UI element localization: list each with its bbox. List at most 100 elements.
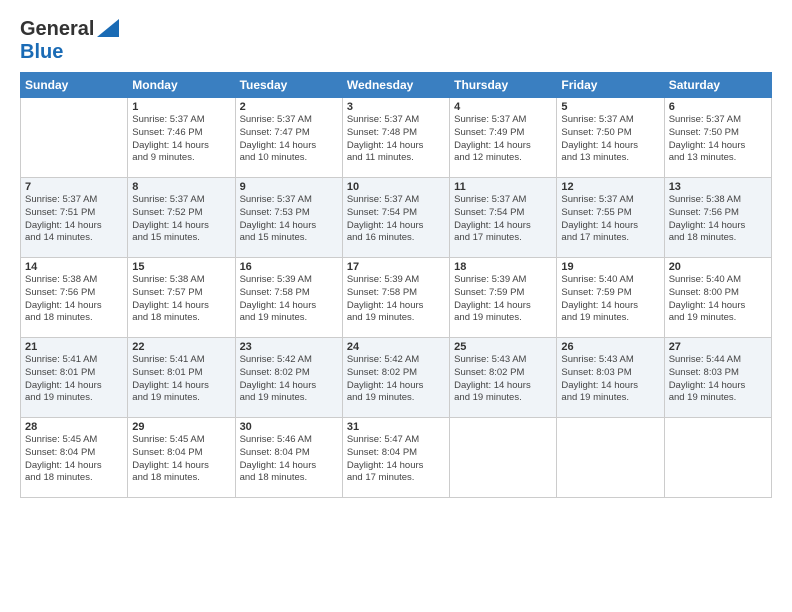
calendar-week-row: 1Sunrise: 5:37 AM Sunset: 7:46 PM Daylig… bbox=[21, 98, 772, 178]
calendar-day-cell: 27Sunrise: 5:44 AM Sunset: 8:03 PM Dayli… bbox=[664, 338, 771, 418]
calendar-day-cell: 11Sunrise: 5:37 AM Sunset: 7:54 PM Dayli… bbox=[450, 178, 557, 258]
calendar-table: SundayMondayTuesdayWednesdayThursdayFrid… bbox=[20, 72, 772, 498]
calendar-day-cell: 22Sunrise: 5:41 AM Sunset: 8:01 PM Dayli… bbox=[128, 338, 235, 418]
calendar-header-row: SundayMondayTuesdayWednesdayThursdayFrid… bbox=[21, 73, 772, 98]
calendar-day-cell: 18Sunrise: 5:39 AM Sunset: 7:59 PM Dayli… bbox=[450, 258, 557, 338]
day-number: 21 bbox=[25, 341, 123, 353]
calendar-day-cell: 30Sunrise: 5:46 AM Sunset: 8:04 PM Dayli… bbox=[235, 418, 342, 498]
calendar-day-cell: 3Sunrise: 5:37 AM Sunset: 7:48 PM Daylig… bbox=[342, 98, 449, 178]
calendar-day-cell: 19Sunrise: 5:40 AM Sunset: 7:59 PM Dayli… bbox=[557, 258, 664, 338]
calendar-week-row: 21Sunrise: 5:41 AM Sunset: 8:01 PM Dayli… bbox=[21, 338, 772, 418]
day-info: Sunrise: 5:47 AM Sunset: 8:04 PM Dayligh… bbox=[347, 434, 445, 485]
day-info: Sunrise: 5:37 AM Sunset: 7:54 PM Dayligh… bbox=[347, 194, 445, 245]
day-info: Sunrise: 5:37 AM Sunset: 7:46 PM Dayligh… bbox=[132, 114, 230, 165]
day-number: 18 bbox=[454, 261, 552, 273]
calendar-day-cell: 28Sunrise: 5:45 AM Sunset: 8:04 PM Dayli… bbox=[21, 418, 128, 498]
calendar-day-cell: 24Sunrise: 5:42 AM Sunset: 8:02 PM Dayli… bbox=[342, 338, 449, 418]
calendar-day-cell: 23Sunrise: 5:42 AM Sunset: 8:02 PM Dayli… bbox=[235, 338, 342, 418]
day-number: 16 bbox=[240, 261, 338, 273]
day-info: Sunrise: 5:37 AM Sunset: 7:51 PM Dayligh… bbox=[25, 194, 123, 245]
day-info: Sunrise: 5:38 AM Sunset: 7:56 PM Dayligh… bbox=[669, 194, 767, 245]
calendar-week-row: 14Sunrise: 5:38 AM Sunset: 7:56 PM Dayli… bbox=[21, 258, 772, 338]
day-info: Sunrise: 5:45 AM Sunset: 8:04 PM Dayligh… bbox=[132, 434, 230, 485]
day-info: Sunrise: 5:37 AM Sunset: 7:55 PM Dayligh… bbox=[561, 194, 659, 245]
calendar-day-cell: 6Sunrise: 5:37 AM Sunset: 7:50 PM Daylig… bbox=[664, 98, 771, 178]
calendar-day-cell: 17Sunrise: 5:39 AM Sunset: 7:58 PM Dayli… bbox=[342, 258, 449, 338]
day-number: 17 bbox=[347, 261, 445, 273]
day-number: 12 bbox=[561, 181, 659, 193]
calendar-day-header: Monday bbox=[128, 73, 235, 98]
day-number: 11 bbox=[454, 181, 552, 193]
calendar-day-cell: 13Sunrise: 5:38 AM Sunset: 7:56 PM Dayli… bbox=[664, 178, 771, 258]
day-info: Sunrise: 5:37 AM Sunset: 7:52 PM Dayligh… bbox=[132, 194, 230, 245]
day-number: 4 bbox=[454, 101, 552, 113]
day-info: Sunrise: 5:45 AM Sunset: 8:04 PM Dayligh… bbox=[25, 434, 123, 485]
day-number: 24 bbox=[347, 341, 445, 353]
day-info: Sunrise: 5:37 AM Sunset: 7:53 PM Dayligh… bbox=[240, 194, 338, 245]
day-info: Sunrise: 5:43 AM Sunset: 8:03 PM Dayligh… bbox=[561, 354, 659, 405]
day-number: 9 bbox=[240, 181, 338, 193]
calendar-day-cell: 7Sunrise: 5:37 AM Sunset: 7:51 PM Daylig… bbox=[21, 178, 128, 258]
logo-icon bbox=[97, 19, 119, 37]
day-info: Sunrise: 5:38 AM Sunset: 7:57 PM Dayligh… bbox=[132, 274, 230, 325]
calendar-day-cell bbox=[664, 418, 771, 498]
logo-general: General bbox=[20, 18, 94, 41]
calendar-day-cell: 26Sunrise: 5:43 AM Sunset: 8:03 PM Dayli… bbox=[557, 338, 664, 418]
day-info: Sunrise: 5:37 AM Sunset: 7:54 PM Dayligh… bbox=[454, 194, 552, 245]
calendar-day-cell: 31Sunrise: 5:47 AM Sunset: 8:04 PM Dayli… bbox=[342, 418, 449, 498]
calendar-day-cell: 21Sunrise: 5:41 AM Sunset: 8:01 PM Dayli… bbox=[21, 338, 128, 418]
calendar-day-cell: 8Sunrise: 5:37 AM Sunset: 7:52 PM Daylig… bbox=[128, 178, 235, 258]
logo: General Blue bbox=[20, 18, 119, 64]
calendar-week-row: 7Sunrise: 5:37 AM Sunset: 7:51 PM Daylig… bbox=[21, 178, 772, 258]
calendar-day-cell: 29Sunrise: 5:45 AM Sunset: 8:04 PM Dayli… bbox=[128, 418, 235, 498]
day-info: Sunrise: 5:46 AM Sunset: 8:04 PM Dayligh… bbox=[240, 434, 338, 485]
header: General Blue bbox=[20, 18, 772, 64]
calendar-day-cell bbox=[557, 418, 664, 498]
calendar-day-header: Sunday bbox=[21, 73, 128, 98]
day-number: 31 bbox=[347, 421, 445, 433]
day-number: 5 bbox=[561, 101, 659, 113]
day-number: 26 bbox=[561, 341, 659, 353]
day-info: Sunrise: 5:37 AM Sunset: 7:48 PM Dayligh… bbox=[347, 114, 445, 165]
calendar-day-header: Tuesday bbox=[235, 73, 342, 98]
page: General Blue SundayMondayTuesdayWednesda… bbox=[0, 0, 792, 612]
calendar-day-cell bbox=[21, 98, 128, 178]
calendar-day-cell: 15Sunrise: 5:38 AM Sunset: 7:57 PM Dayli… bbox=[128, 258, 235, 338]
day-info: Sunrise: 5:39 AM Sunset: 7:58 PM Dayligh… bbox=[240, 274, 338, 325]
day-number: 6 bbox=[669, 101, 767, 113]
calendar-day-cell: 12Sunrise: 5:37 AM Sunset: 7:55 PM Dayli… bbox=[557, 178, 664, 258]
day-number: 30 bbox=[240, 421, 338, 433]
day-number: 8 bbox=[132, 181, 230, 193]
day-info: Sunrise: 5:37 AM Sunset: 7:49 PM Dayligh… bbox=[454, 114, 552, 165]
calendar-day-cell: 1Sunrise: 5:37 AM Sunset: 7:46 PM Daylig… bbox=[128, 98, 235, 178]
day-number: 23 bbox=[240, 341, 338, 353]
day-number: 1 bbox=[132, 101, 230, 113]
day-info: Sunrise: 5:39 AM Sunset: 7:59 PM Dayligh… bbox=[454, 274, 552, 325]
calendar-day-cell: 20Sunrise: 5:40 AM Sunset: 8:00 PM Dayli… bbox=[664, 258, 771, 338]
calendar-day-header: Thursday bbox=[450, 73, 557, 98]
day-info: Sunrise: 5:41 AM Sunset: 8:01 PM Dayligh… bbox=[132, 354, 230, 405]
day-info: Sunrise: 5:42 AM Sunset: 8:02 PM Dayligh… bbox=[240, 354, 338, 405]
day-number: 2 bbox=[240, 101, 338, 113]
day-number: 28 bbox=[25, 421, 123, 433]
calendar-day-header: Saturday bbox=[664, 73, 771, 98]
day-info: Sunrise: 5:43 AM Sunset: 8:02 PM Dayligh… bbox=[454, 354, 552, 405]
logo-blue: Blue bbox=[20, 41, 63, 63]
day-info: Sunrise: 5:37 AM Sunset: 7:47 PM Dayligh… bbox=[240, 114, 338, 165]
calendar-day-cell: 10Sunrise: 5:37 AM Sunset: 7:54 PM Dayli… bbox=[342, 178, 449, 258]
day-number: 19 bbox=[561, 261, 659, 273]
calendar-week-row: 28Sunrise: 5:45 AM Sunset: 8:04 PM Dayli… bbox=[21, 418, 772, 498]
day-info: Sunrise: 5:37 AM Sunset: 7:50 PM Dayligh… bbox=[561, 114, 659, 165]
day-info: Sunrise: 5:44 AM Sunset: 8:03 PM Dayligh… bbox=[669, 354, 767, 405]
calendar-day-header: Wednesday bbox=[342, 73, 449, 98]
day-info: Sunrise: 5:41 AM Sunset: 8:01 PM Dayligh… bbox=[25, 354, 123, 405]
day-number: 13 bbox=[669, 181, 767, 193]
day-number: 27 bbox=[669, 341, 767, 353]
day-number: 15 bbox=[132, 261, 230, 273]
calendar-day-cell: 9Sunrise: 5:37 AM Sunset: 7:53 PM Daylig… bbox=[235, 178, 342, 258]
day-number: 22 bbox=[132, 341, 230, 353]
day-number: 25 bbox=[454, 341, 552, 353]
calendar-day-cell: 2Sunrise: 5:37 AM Sunset: 7:47 PM Daylig… bbox=[235, 98, 342, 178]
calendar-day-cell: 4Sunrise: 5:37 AM Sunset: 7:49 PM Daylig… bbox=[450, 98, 557, 178]
day-info: Sunrise: 5:37 AM Sunset: 7:50 PM Dayligh… bbox=[669, 114, 767, 165]
